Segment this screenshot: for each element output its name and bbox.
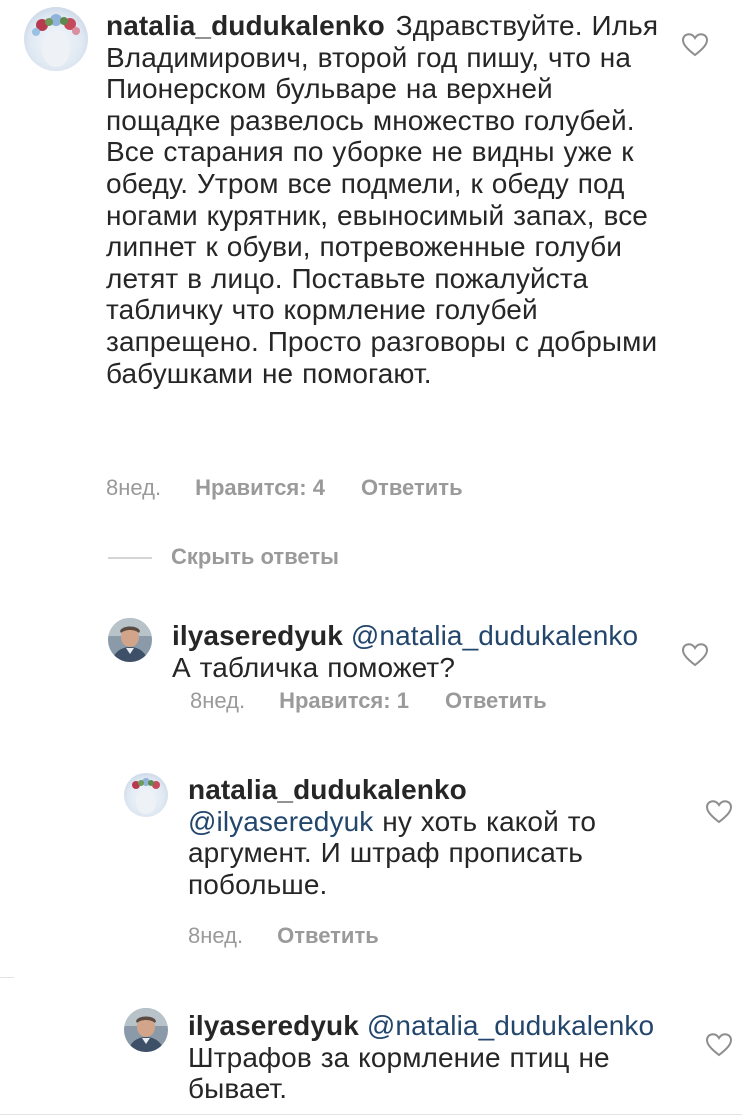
avatar[interactable] bbox=[124, 773, 168, 817]
reply-meta: 8нед. Ответить bbox=[188, 923, 379, 949]
reply-button[interactable]: Ответить bbox=[445, 688, 547, 714]
comment-text: natalia_dudukalenko Здравствуйте. Илья В… bbox=[106, 10, 666, 389]
comment-meta: 8нед. Нравится: 4 Ответить bbox=[106, 475, 463, 501]
comment-time: 8нед. bbox=[106, 475, 162, 500]
reply-button[interactable]: Ответить bbox=[277, 923, 379, 949]
reply-time: 8нед. bbox=[188, 923, 244, 948]
reply-mention[interactable]: @natalia_dudukalenko bbox=[367, 1010, 654, 1041]
reply-button[interactable]: Ответить bbox=[361, 475, 463, 501]
avatar-natalia-image bbox=[124, 773, 168, 817]
avatar-ilya-image bbox=[108, 618, 152, 662]
avatar-ilya-image bbox=[124, 1008, 168, 1052]
divider bbox=[0, 1114, 742, 1115]
like-heart-icon[interactable] bbox=[682, 33, 708, 57]
avatar[interactable] bbox=[108, 618, 152, 662]
avatar[interactable] bbox=[124, 1008, 168, 1052]
divider bbox=[0, 977, 14, 978]
avatar-natalia-image bbox=[24, 7, 88, 71]
like-heart-icon[interactable] bbox=[706, 1033, 732, 1057]
reply-text: ilyaseredyuk @natalia_dudukalenko Штрафов … bbox=[188, 1010, 678, 1105]
like-heart-icon[interactable] bbox=[706, 800, 732, 824]
reply-likes[interactable]: Нравится: 1 bbox=[279, 688, 409, 714]
like-heart-icon[interactable] bbox=[682, 643, 708, 667]
hide-replies-button[interactable]: Скрыть ответы bbox=[171, 544, 339, 570]
avatar[interactable] bbox=[24, 7, 88, 71]
comment-username[interactable]: natalia_dudukalenko bbox=[106, 10, 385, 41]
reply-time: 8нед. bbox=[190, 688, 246, 713]
reply-body: А табличка поможет? bbox=[172, 651, 456, 683]
reply-mention[interactable]: @ilyaseredyuk bbox=[188, 806, 373, 837]
reply-body: Штрафов за кормление птиц не бывает. bbox=[188, 1041, 610, 1105]
reply-username[interactable]: ilyaseredyuk bbox=[172, 620, 343, 651]
reply-text: natalia_dudukalenko @ilyaseredyuk ну хоть… bbox=[188, 774, 658, 900]
hide-replies-line bbox=[108, 557, 152, 559]
reply-username[interactable]: natalia_dudukalenko bbox=[188, 774, 467, 805]
comment-likes[interactable]: Нравится: 4 bbox=[195, 475, 325, 501]
reply-username[interactable]: ilyaseredyuk bbox=[188, 1010, 359, 1041]
reply-meta: 8нед. Нравится: 1 Ответить bbox=[190, 688, 547, 714]
comment-body: Здравствуйте. Илья Владимирович, второй … bbox=[106, 10, 659, 389]
reply-text: ilyaseredyuk @natalia_dudukalenko А таблич… bbox=[172, 620, 672, 683]
reply-mention[interactable]: @natalia_dudukalenko bbox=[351, 620, 638, 651]
